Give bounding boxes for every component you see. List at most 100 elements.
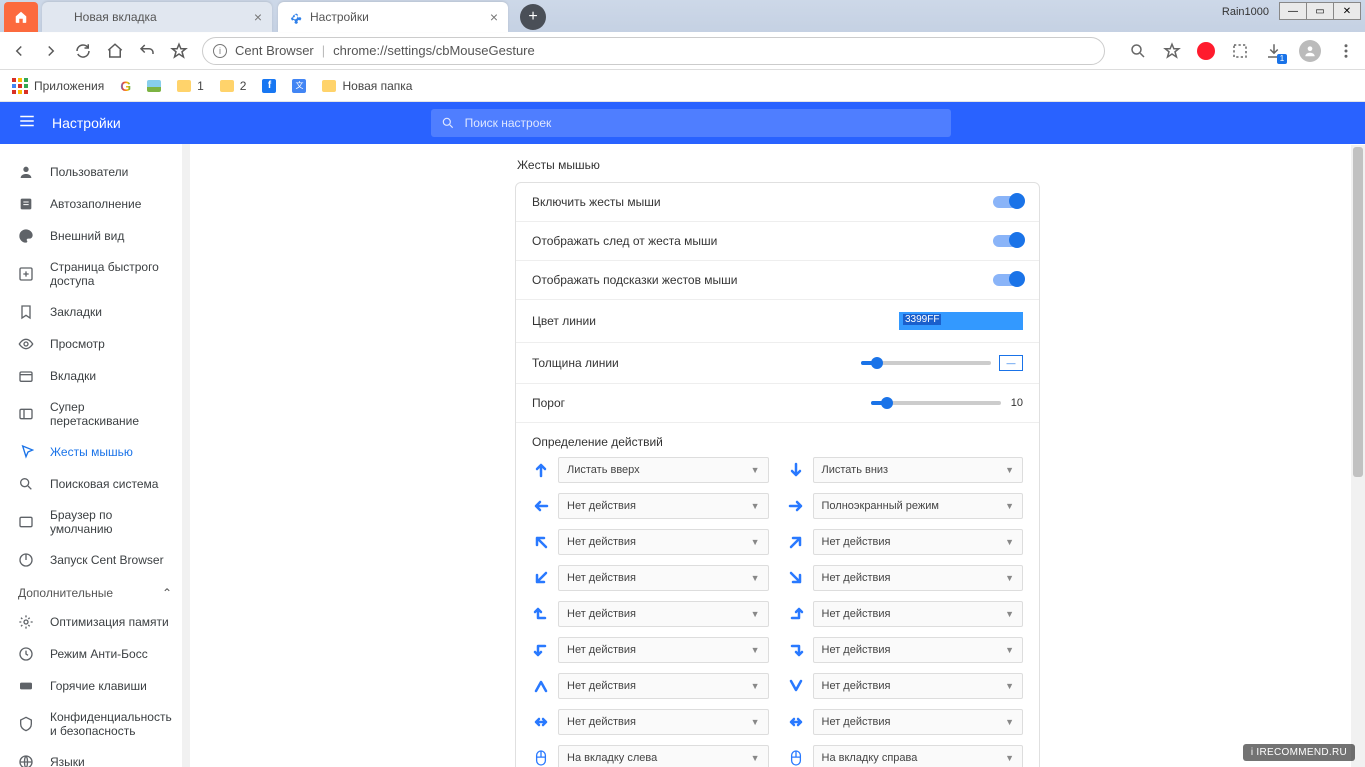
gesture-action: Нет действия▼ [532,493,769,519]
toggle-trail[interactable] [993,235,1023,247]
settings-content: Жесты мышью Включить жесты мыши Отобража… [190,144,1365,767]
action-dropdown[interactable]: На вкладку справа▼ [813,745,1024,767]
favicon-blank [52,10,66,24]
arrow-lr-icon [532,713,550,731]
chevron-down-icon: ▼ [1005,717,1014,727]
toggle-enable[interactable] [993,196,1023,208]
sidebar-item-bookmarks[interactable]: Закладки [0,296,190,328]
sidebar-item-superdrag[interactable]: Супер перетаскивание [0,392,190,436]
sidebar-item-appearance[interactable]: Внешний вид [0,220,190,252]
chevron-down-icon: ▼ [751,681,760,691]
page-scrollbar[interactable] [1351,145,1365,767]
gesture-action: Нет действия▼ [787,673,1024,699]
action-dropdown[interactable]: Нет действия▼ [813,673,1024,699]
downloads-icon[interactable] [1265,42,1283,60]
sidebar-item-search[interactable]: Поисковая система [0,468,190,500]
new-tab-button[interactable]: + [520,4,546,30]
actions-heading: Определение действий [516,423,1039,457]
chevron-down-icon: ▼ [751,609,760,619]
screenshot-icon[interactable] [1231,42,1249,60]
info-icon[interactable]: i [213,44,227,58]
home-button[interactable] [106,42,124,60]
chevron-down-icon: ▼ [1005,573,1014,583]
action-dropdown[interactable]: Нет действия▼ [813,529,1024,555]
sidebar-item-privacy[interactable]: Конфиденциальность и безопасность [0,702,190,746]
tab-newtab[interactable]: Новая вкладка × [42,2,272,32]
minimize-button[interactable]: — [1279,2,1307,20]
sidebar-item-languages[interactable]: Языки [0,746,190,767]
action-dropdown[interactable]: Нет действия▼ [558,529,769,555]
page-title: Настройки [52,115,121,131]
profile-avatar[interactable] [1299,40,1321,62]
action-dropdown[interactable]: Нет действия▼ [558,637,769,663]
action-dropdown[interactable]: Листать вниз▼ [813,457,1024,483]
slider-threshold[interactable] [871,401,1001,405]
bookmark-fb[interactable]: f [262,79,276,93]
reload-button[interactable] [74,42,92,60]
gesture-action: Полноэкранный режим▼ [787,493,1024,519]
sidebar-section-extra[interactable]: Дополнительные⌃ [0,576,190,606]
sidebar-item-speeddial[interactable]: Страница быстрого доступа [0,252,190,296]
bookmark-translate[interactable]: 文 [292,79,306,93]
sidebar-item-hotkeys[interactable]: Горячие клавиши [0,670,190,702]
tab-settings[interactable]: Настройки × [278,2,508,32]
sidebar-item-antiboss[interactable]: Режим Анти-Босс [0,638,190,670]
close-icon[interactable]: × [254,9,262,25]
action-dropdown[interactable]: Нет действия▼ [558,709,769,735]
forward-button[interactable] [42,42,60,60]
sidebar-item-view[interactable]: Просмотр [0,328,190,360]
chevron-down-icon: ▼ [1005,465,1014,475]
sidebar-item-users[interactable]: Пользователи [0,156,190,188]
star-icon[interactable] [1163,42,1181,60]
tab-title: Новая вкладка [74,10,157,24]
search-icon[interactable] [1129,42,1147,60]
sidebar-item-mousegestures[interactable]: Жесты мышью [0,436,190,468]
sidebar-item-memory[interactable]: Оптимизация памяти [0,606,190,638]
actions-grid: Листать вверх▼ Листать вниз▼ Нет действия▼… [516,457,1039,767]
action-dropdown[interactable]: Нет действия▼ [813,637,1024,663]
sidebar-item-startup[interactable]: Запуск Cent Browser [0,544,190,576]
sidebar-item-defaultbrowser[interactable]: Браузер по умолчанию [0,500,190,544]
action-dropdown[interactable]: Нет действия▼ [558,565,769,591]
back-button[interactable] [10,42,28,60]
sidebar-item-tabs[interactable]: Вкладки [0,360,190,392]
slider-width[interactable] [861,361,991,365]
maximize-button[interactable]: ▭ [1306,2,1334,20]
bookmark-google[interactable]: G [120,78,131,94]
action-dropdown[interactable]: Нет действия▼ [558,673,769,699]
action-dropdown[interactable]: Нет действия▼ [558,601,769,627]
settings-search[interactable]: Поиск настроек [431,109,951,137]
apps-button[interactable]: Приложения [12,78,104,94]
gesture-action: Нет действия▼ [532,637,769,663]
gear-icon [288,10,302,24]
gesture-action: На вкладку справа▼ [787,745,1024,767]
undo-button[interactable] [138,42,156,60]
arrow-rd-icon [787,641,805,659]
bookmark-newfolder[interactable]: Новая папка [322,79,412,93]
action-dropdown[interactable]: Нет действия▼ [558,493,769,519]
action-dropdown[interactable]: Полноэкранный режим▼ [813,493,1024,519]
hamburger-icon[interactable] [18,112,36,135]
menu-dots-icon[interactable] [1337,42,1355,60]
width-value[interactable]: — [999,355,1023,371]
chevron-down-icon: ▼ [1005,537,1014,547]
home-tab[interactable] [4,2,38,32]
chevron-down-icon: ▼ [1005,681,1014,691]
action-dropdown[interactable]: Нет действия▼ [813,601,1024,627]
close-button[interactable]: ✕ [1333,2,1361,20]
action-dropdown[interactable]: На вкладку слева▼ [558,745,769,767]
bookmark-img[interactable] [147,80,161,92]
sidebar-item-autofill[interactable]: Автозаполнение [0,188,190,220]
opera-icon[interactable] [1197,42,1215,60]
bookmark-folder-2[interactable]: 2 [220,79,247,93]
toggle-hints[interactable] [993,274,1023,286]
bookmark-folder-1[interactable]: 1 [177,79,204,93]
close-icon[interactable]: × [490,9,498,25]
action-dropdown[interactable]: Нет действия▼ [813,709,1024,735]
scrollbar-thumb[interactable] [183,152,189,272]
action-dropdown[interactable]: Листать вверх▼ [558,457,769,483]
color-input[interactable]: 3399FF [899,312,1023,330]
bookmark-star-button[interactable] [170,42,188,60]
action-dropdown[interactable]: Нет действия▼ [813,565,1024,591]
address-bar[interactable]: i Cent Browser | chrome://settings/cbMou… [202,37,1105,65]
